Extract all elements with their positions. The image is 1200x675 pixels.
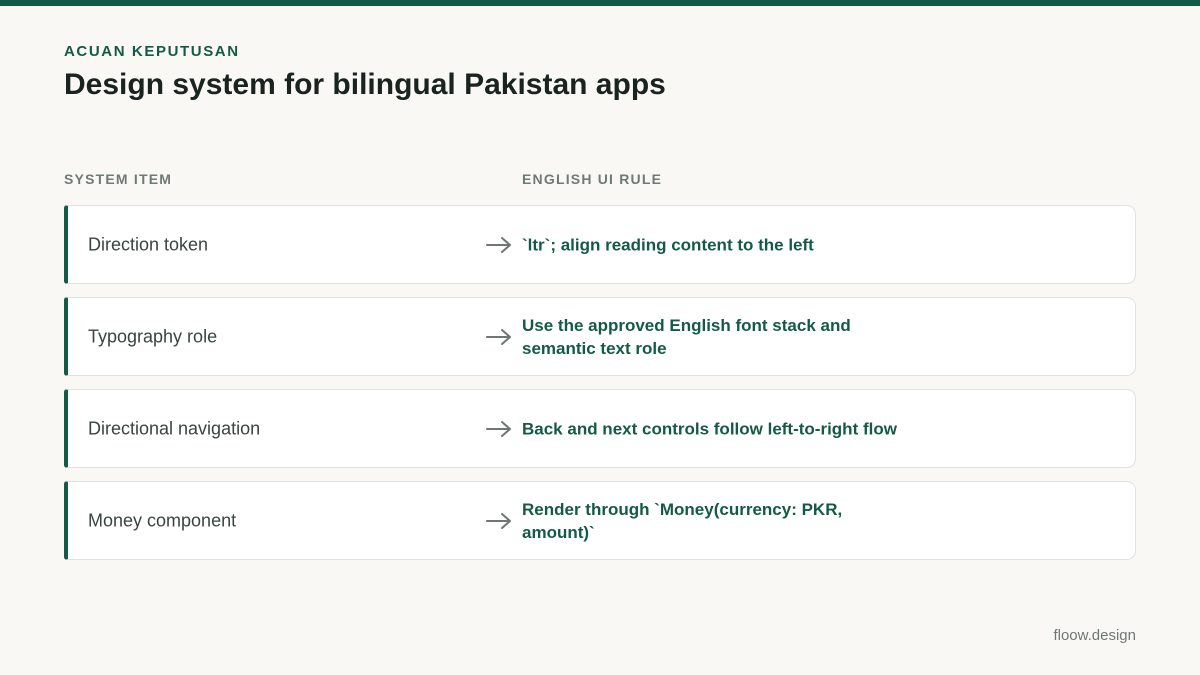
row-rule-text: Use the approved English font stack and …	[522, 315, 851, 358]
row-rule-text: `ltr`; align reading content to the left	[522, 235, 814, 254]
rules-list: Direction token `ltr`; align reading con…	[64, 205, 1136, 573]
arrow-right-icon	[484, 419, 514, 439]
page-title: Design system for bilingual Pakistan app…	[64, 68, 666, 101]
rule-row-typography-role: Typography role Use the approved English…	[64, 297, 1136, 376]
footer-brand: floow.design	[1053, 627, 1136, 644]
eyebrow-label: ACUAN KEPUTUSAN	[64, 43, 240, 60]
row-item-label: Direction token	[88, 234, 209, 254]
row-item-label: Directional navigation	[88, 418, 261, 438]
row-item-label: Typography role	[88, 326, 218, 346]
rule-row-direction-token: Direction token `ltr`; align reading con…	[64, 205, 1136, 284]
arrow-right-icon	[484, 511, 514, 531]
rule-row-directional-navigation: Directional navigation Back and next con…	[64, 389, 1136, 468]
arrow-right-icon	[484, 327, 514, 347]
row-rule-text: Render through `Money(currency: PKR, amo…	[522, 499, 843, 542]
column-header-english-ui-rule: ENGLISH UI RULE	[522, 171, 663, 187]
arrow-right-icon	[484, 235, 514, 255]
rule-row-money-component: Money component Render through `Money(cu…	[64, 481, 1136, 560]
row-item-label: Money component	[88, 510, 237, 530]
row-rule-text: Back and next controls follow left-to-ri…	[522, 419, 897, 438]
column-header-system-item: SYSTEM ITEM	[64, 171, 173, 187]
top-accent-bar	[0, 0, 1200, 6]
